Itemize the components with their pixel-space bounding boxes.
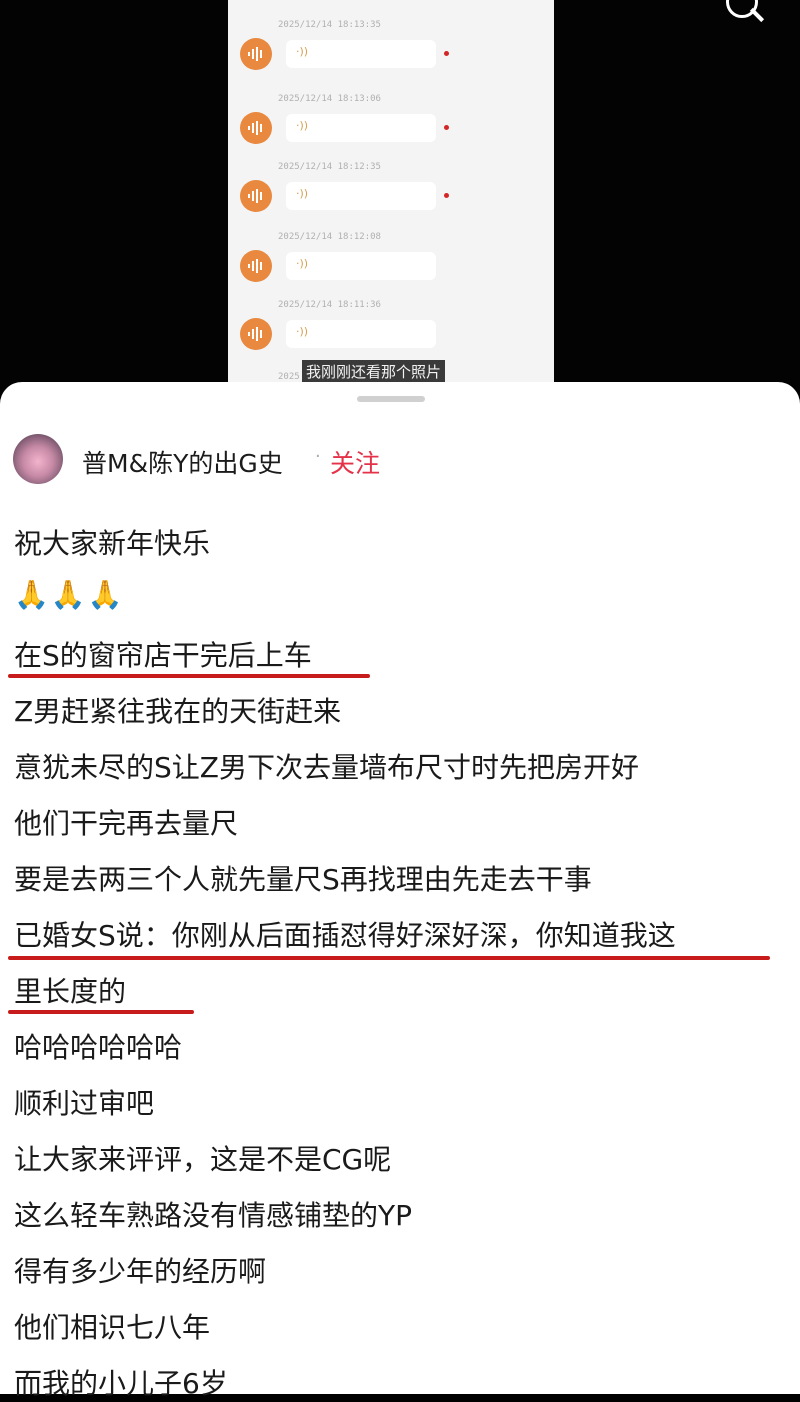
drag-handle[interactable] <box>357 396 425 402</box>
post-line: 祝大家新年快乐 <box>14 527 211 560</box>
voice-wave-icon: ·)) <box>296 325 309 338</box>
voice-message: 2025/12/14 18:12:08 ·)) <box>228 232 554 294</box>
post-line: 他们相识七八年 <box>14 1311 211 1344</box>
voice-message: 2025/12/14 18:13:35 ·)) <box>228 20 554 82</box>
voice-avatar-icon <box>240 180 272 212</box>
folded-hands-emoji: 🙏🙏🙏 <box>14 578 125 611</box>
post-line: 哈哈哈哈哈哈 <box>14 1031 183 1064</box>
highlight-underline <box>8 1010 194 1014</box>
post-line: 让大家来评评，这是不是CG呢 <box>14 1143 392 1176</box>
top-screenshot-area: 2025/12/14 18:13:35 ·)) 2025/12/14 18:13… <box>0 0 800 400</box>
message-timestamp: 2025/12/14 18:11:36 <box>278 300 381 310</box>
post-line: 里长度的 <box>14 975 127 1008</box>
unread-dot <box>444 193 449 198</box>
voice-avatar-icon <box>240 112 272 144</box>
voice-bubble[interactable]: ·)) <box>286 114 436 142</box>
post-line: 而我的小儿子6岁 <box>14 1367 228 1400</box>
post-line: 意犹未尽的S让Z男下次去量墙布尺寸时先把房开好 <box>14 751 639 784</box>
unread-dot <box>444 51 449 56</box>
voice-bubble[interactable]: ·)) <box>286 252 436 280</box>
voice-avatar-icon <box>240 38 272 70</box>
message-timestamp: 2025/12/14 18:13:06 <box>278 94 381 104</box>
post-line: 已婚女S说：你刚从后面插怼得好深好深，你知道我这 <box>14 919 676 952</box>
post-line: 顺利过审吧 <box>14 1087 155 1120</box>
post-line: 他们干完再去量尺 <box>14 807 239 840</box>
separator-dot: · <box>315 446 321 467</box>
voice-wave-icon: ·)) <box>296 257 309 270</box>
highlight-underline <box>8 674 370 678</box>
voice-wave-icon: ·)) <box>296 119 309 132</box>
voice-avatar-icon <box>240 318 272 350</box>
voice-wave-icon: ·)) <box>296 187 309 200</box>
video-caption: 我刚刚还看那个照片 <box>302 360 446 383</box>
post-line: 这么轻车熟路没有情感铺垫的YP <box>14 1199 412 1232</box>
message-timestamp: 2025/12/14 18:13:35 <box>278 20 381 30</box>
follow-button[interactable]: 关注 <box>330 444 380 480</box>
post-card: 普M&陈Y的出G史 · 关注 祝大家新年快乐 🙏🙏🙏 在S的窗帘店干完后上车 Z… <box>0 382 800 1400</box>
voice-avatar-icon <box>240 250 272 282</box>
author-name[interactable]: 普M&陈Y的出G史 <box>82 444 283 480</box>
post-line: Z男赶紧往我在的天街赶来 <box>14 695 342 728</box>
search-icon[interactable] <box>726 0 758 18</box>
voice-wave-icon: ·)) <box>296 45 309 58</box>
post-line: 要是去两三个人就先量尺S再找理由先走去干事 <box>14 863 592 896</box>
avatar[interactable] <box>13 434 63 484</box>
voice-bubble[interactable]: ·)) <box>286 320 436 348</box>
post-line: 得有多少年的经历啊 <box>14 1255 267 1288</box>
voice-bubble[interactable]: ·)) <box>286 182 436 210</box>
voice-message: 2025/12/14 18:13:06 ·)) <box>228 94 554 156</box>
message-timestamp: 2025/12/14 18:12:35 <box>278 162 381 172</box>
voice-message: 2025/12/14 18:11:36 ·)) <box>228 300 554 362</box>
message-timestamp: 2025/12/14 18:12:08 <box>278 232 381 242</box>
voice-message: 2025/12/14 18:12:35 ·)) <box>228 162 554 224</box>
voice-bubble[interactable]: ·)) <box>286 40 436 68</box>
unread-dot <box>444 125 449 130</box>
partial-timestamp: 2025 <box>278 372 300 382</box>
post-line: 在S的窗帘店干完后上车 <box>14 639 312 672</box>
highlight-underline <box>8 956 770 960</box>
embedded-chat-screenshot: 2025/12/14 18:13:35 ·)) 2025/12/14 18:13… <box>228 0 554 400</box>
